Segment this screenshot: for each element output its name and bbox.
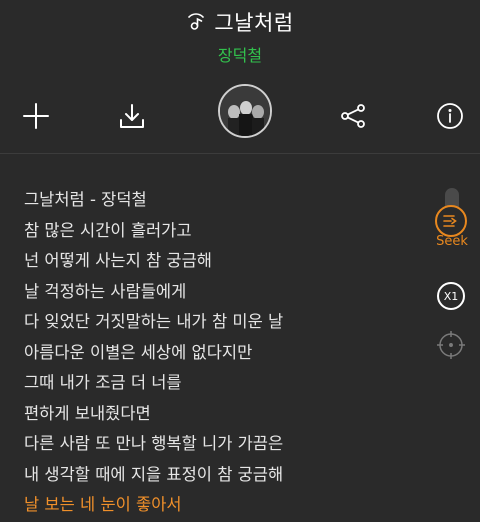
download-button[interactable] [114,98,150,134]
lyric-line[interactable]: 날 걱정하는 사람들에게 [24,277,424,308]
song-title: 그날처럼 [214,11,294,35]
album-photo-icon [220,86,270,136]
lyric-line[interactable]: 그때 내가 조금 더 너를 [24,368,424,399]
seek-icon [443,215,457,227]
lyric-line[interactable]: 아름다운 이별은 세상에 없다지만 [24,338,424,369]
player-header: 그날처럼 장덕철 [0,0,480,152]
lyric-line[interactable]: 넌 어떻게 사는지 참 궁금해 [24,246,424,277]
artist-name[interactable]: 장덕철 [0,42,480,66]
lyrics-panel[interactable]: 그날처럼 - 장덕철 참 많은 시간이 흘러가고 넌 어떻게 사는지 참 궁금해… [24,185,424,521]
lyric-line[interactable]: 다 잊었단 거짓말하는 내가 참 미운 날 [24,307,424,338]
seek-label: Seek [436,234,468,249]
plus-icon [23,103,49,129]
add-to-playlist-button[interactable] [18,98,54,134]
lyric-line[interactable]: 다른 사람 또 만나 행복할 니가 가끔은 [24,429,424,460]
share-icon [341,104,365,128]
playback-speed-button[interactable]: X1 [437,282,465,310]
locate-current-line-button[interactable] [434,328,468,362]
share-button[interactable] [335,98,371,134]
toolbar [0,84,480,148]
current-lyric-line[interactable]: 날 보는 네 눈이 좋아서 [24,490,424,521]
lyric-line[interactable]: 참 많은 시간이 흘러가고 [24,216,424,247]
info-icon [437,103,463,129]
lyric-line[interactable]: 내 생각할 때에 지을 표정이 참 궁금해 [24,460,424,491]
info-button[interactable] [432,98,468,134]
download-icon [120,104,144,128]
crosshair-icon [437,331,465,359]
album-cover[interactable] [218,84,272,138]
title-row: 그날처럼 [0,7,480,37]
seek-button[interactable] [435,205,467,237]
music-note-icon [186,12,206,32]
lyric-line[interactable]: 그날처럼 - 장덕철 [24,185,424,216]
lyric-line[interactable]: 편하게 보내줬다면 [24,399,424,430]
side-controls: Seek X1 [420,180,480,380]
header-divider [0,153,480,154]
